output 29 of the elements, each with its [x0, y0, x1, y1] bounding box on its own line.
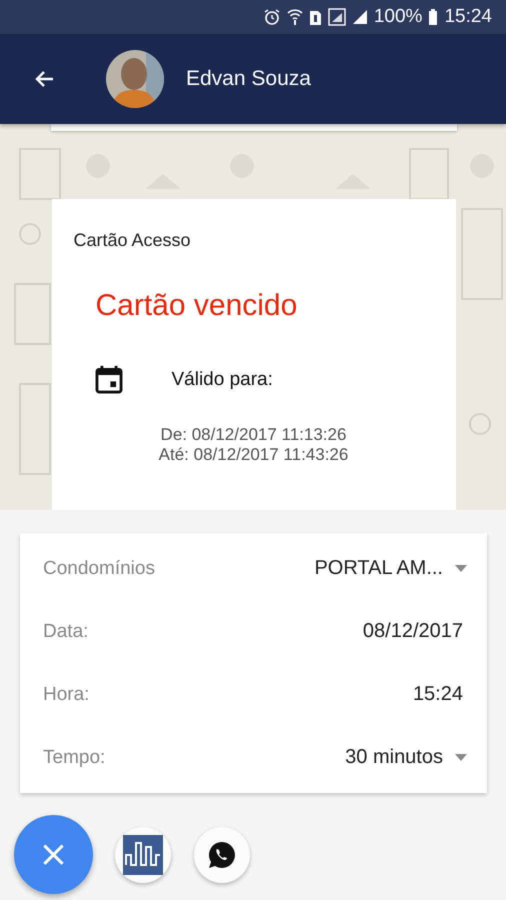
battery-icon	[428, 8, 438, 26]
contact-name: Edvan Souza	[186, 67, 311, 91]
dropdown[interactable]: 30 minutos	[345, 746, 467, 769]
field-label: Tempo:	[43, 746, 106, 768]
field-value: 15:24	[412, 683, 463, 706]
field-label: Condomínios	[43, 558, 155, 580]
field-label: Hora:	[43, 684, 90, 706]
valid-from: De: 08/12/2017 11:13:26	[160, 425, 346, 446]
dropdown-caret-icon	[455, 565, 467, 572]
signal-box-icon	[328, 8, 346, 26]
dropdown-caret-icon	[455, 754, 467, 761]
field-value: 08/12/2017	[362, 620, 463, 643]
card-title: Cartão Acesso	[74, 230, 192, 252]
whatsapp-icon	[207, 840, 237, 870]
field-label: Data:	[43, 620, 88, 642]
alarm-icon	[262, 8, 281, 26]
valid-label: Válido para:	[172, 369, 273, 392]
close-button[interactable]: ×	[14, 815, 93, 894]
signal-icon	[352, 9, 368, 25]
clock: 15:24	[444, 6, 492, 28]
valid-until: Até: 08/12/2017 11:43:26	[158, 445, 348, 466]
dropdown[interactable]: PORTAL AM...	[314, 557, 467, 580]
waveform-logo-icon	[123, 834, 163, 874]
wifi-icon	[286, 8, 303, 26]
whatsapp-button[interactable]	[194, 826, 250, 882]
sim-icon	[308, 8, 322, 26]
app-logo-button[interactable]	[115, 826, 171, 882]
battery-percent: 100%	[374, 6, 422, 28]
card-status: Cartão vencido	[96, 289, 298, 324]
